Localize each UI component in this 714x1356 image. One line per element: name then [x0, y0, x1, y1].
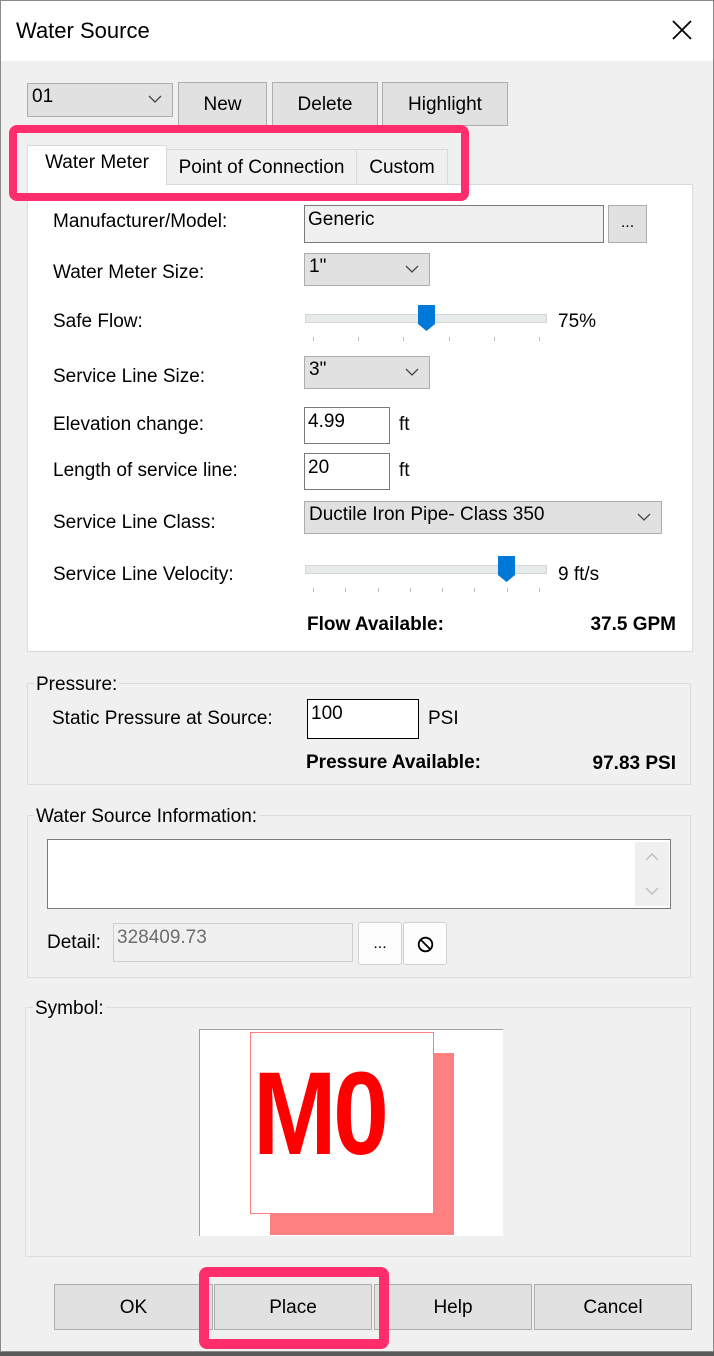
- detail-field: 328409.73: [113, 923, 353, 962]
- slider-tick: [313, 337, 314, 341]
- slider-tick: [345, 588, 347, 592]
- no-symbol-icon: [417, 936, 434, 953]
- slider-tick: [409, 588, 411, 592]
- textarea-scrollbar[interactable]: [635, 842, 669, 906]
- chevron-down-icon: [148, 95, 162, 103]
- highlight-button[interactable]: Highlight: [382, 82, 508, 126]
- scroll-down-icon[interactable]: [645, 886, 659, 896]
- help-button[interactable]: Help: [374, 1284, 532, 1330]
- meter-size-label: Water Meter Size:: [53, 262, 205, 283]
- elevation-value: 4.99: [308, 411, 345, 432]
- slider-thumb[interactable]: [417, 305, 435, 331]
- chevron-down-icon: [405, 265, 419, 273]
- delete-button[interactable]: Delete: [272, 82, 378, 126]
- flow-available-label: Flow Available:: [307, 614, 444, 635]
- slider-tick: [506, 588, 508, 592]
- scroll-up-icon[interactable]: [645, 852, 659, 862]
- service-line-size-label: Service Line Size:: [53, 366, 206, 387]
- slider-tick: [539, 337, 540, 341]
- length-input[interactable]: 20: [304, 453, 390, 490]
- symbol-text: M0: [253, 1048, 389, 1180]
- water-source-dialog: Water Source 01 New Delete Highlight Wat…: [0, 0, 714, 1352]
- pressure-available-label: Pressure Available:: [306, 752, 481, 773]
- service-line-class-select[interactable]: Ductile Iron Pipe- Class 350: [304, 501, 662, 534]
- pressure-group-label: Pressure:: [34, 674, 120, 696]
- cancel-button[interactable]: Cancel: [534, 1284, 692, 1330]
- detail-value: 328409.73: [117, 927, 207, 948]
- water-source-select-value: 01: [32, 86, 54, 107]
- slider-tick: [313, 588, 314, 592]
- close-button[interactable]: [665, 13, 699, 47]
- manufacturer-browse-button[interactable]: ...: [608, 205, 647, 243]
- flow-available-value: 37.5 GPM: [590, 614, 676, 635]
- service-line-size-value: 3": [309, 359, 327, 380]
- symbol-card: M0: [250, 1032, 434, 1214]
- slider-tick: [377, 588, 379, 592]
- manufacturer-field[interactable]: Generic: [304, 205, 604, 243]
- detail-clear-button[interactable]: [403, 922, 447, 965]
- pressure-available-value: 97.83 PSI: [592, 753, 676, 774]
- elevation-label: Elevation change:: [53, 414, 205, 435]
- meter-size-select[interactable]: 1": [304, 253, 430, 286]
- velocity-label: Service Line Velocity:: [53, 564, 234, 585]
- elevation-input[interactable]: 4.99: [304, 407, 390, 444]
- water-source-info-textarea[interactable]: [47, 839, 671, 909]
- slider-tick: [539, 588, 540, 592]
- tabs-annotation-highlight: [9, 125, 469, 201]
- length-label: Length of service line:: [53, 460, 238, 481]
- close-icon: [672, 20, 692, 40]
- slider-tick: [403, 337, 405, 341]
- slider-tick: [474, 588, 476, 592]
- elevation-unit: ft: [399, 414, 410, 435]
- meter-size-value: 1": [309, 256, 327, 277]
- service-line-size-select[interactable]: 3": [304, 356, 430, 389]
- water-source-select[interactable]: 01: [27, 83, 173, 117]
- length-unit: ft: [399, 460, 410, 481]
- static-pressure-unit: PSI: [428, 708, 459, 729]
- slider-tick: [442, 588, 444, 592]
- symbol-preview: M0: [199, 1029, 503, 1236]
- slider-tick: [358, 337, 360, 341]
- detail-browse-button[interactable]: ...: [358, 922, 402, 965]
- safe-flow-slider[interactable]: [305, 305, 547, 345]
- service-line-class-label: Service Line Class:: [53, 512, 216, 533]
- ok-button[interactable]: OK: [54, 1284, 213, 1330]
- window-title: Water Source: [16, 18, 150, 43]
- place-button[interactable]: Place: [214, 1284, 372, 1330]
- static-pressure-label: Static Pressure at Source:: [52, 708, 273, 729]
- detail-label: Detail:: [47, 932, 101, 953]
- chevron-down-icon: [637, 513, 651, 521]
- length-value: 20: [308, 457, 330, 478]
- velocity-slider[interactable]: [305, 556, 547, 596]
- symbol-group-label: Symbol:: [33, 998, 106, 1020]
- safe-flow-label: Safe Flow:: [53, 311, 143, 332]
- slider-thumb[interactable]: [498, 556, 516, 582]
- water-source-info-label: Water Source Information:: [34, 806, 260, 828]
- manufacturer-value: Generic: [308, 209, 375, 230]
- safe-flow-value: 75%: [558, 311, 597, 332]
- service-line-class-value: Ductile Iron Pipe- Class 350: [309, 504, 545, 525]
- title-bar: Water Source: [1, 1, 713, 61]
- manufacturer-label: Manufacturer/Model:: [53, 211, 228, 232]
- static-pressure-value: 100: [311, 703, 343, 724]
- slider-tick: [448, 337, 450, 341]
- velocity-value: 9 ft/s: [558, 564, 600, 585]
- chevron-down-icon: [405, 368, 419, 376]
- static-pressure-input[interactable]: 100: [307, 699, 419, 739]
- new-button[interactable]: New: [178, 82, 267, 126]
- slider-tick: [493, 337, 495, 341]
